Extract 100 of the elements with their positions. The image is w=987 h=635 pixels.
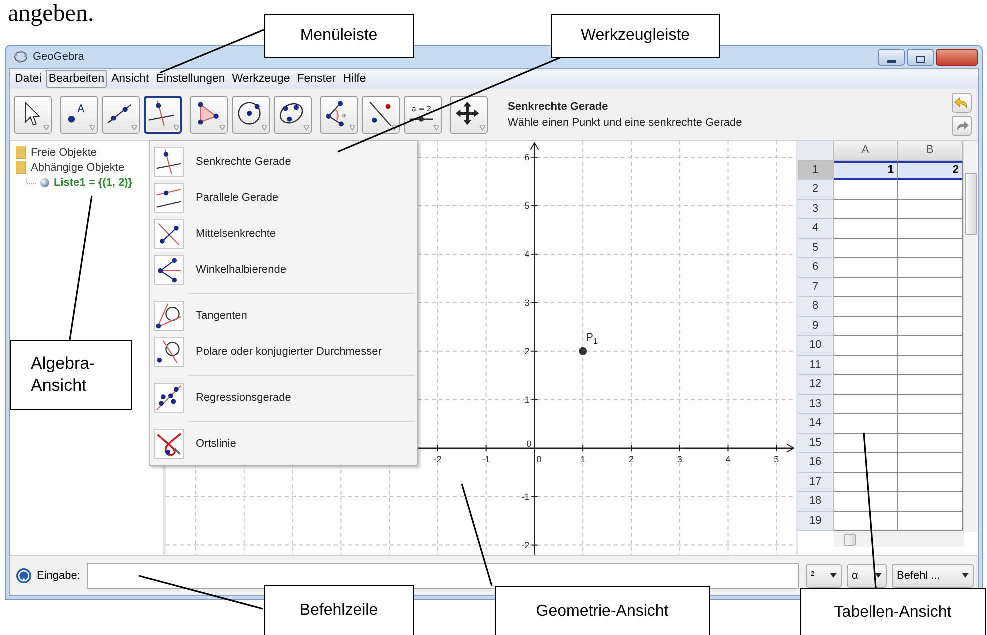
tick-label: 4 [524,249,530,260]
row-header[interactable]: 14 [798,414,834,434]
table-cell[interactable] [834,258,898,278]
table-cell[interactable] [834,336,898,356]
row-header[interactable]: 9 [798,316,834,336]
minimize-button[interactable] [878,48,905,66]
row-header[interactable]: 13 [798,394,834,414]
vertical-scrollbar[interactable] [963,141,978,532]
table-cell[interactable] [834,316,898,336]
tool-button[interactable] [450,96,488,134]
tick-label: 6 [524,152,530,162]
tool-button[interactable] [102,96,140,134]
menu-item[interactable]: Ansicht [108,70,152,88]
menu-option[interactable]: Mittelsenkrechte [150,216,417,252]
table-cell[interactable] [834,453,898,472]
tool-button[interactable] [14,96,52,134]
menu-option[interactable]: Tangenten [150,298,417,334]
column-header[interactable]: A [834,141,898,160]
horizontal-scrollbar[interactable] [834,532,964,546]
row-header[interactable]: 7 [798,278,834,297]
tool-description: Wähle einen Punkt und eine senkrechte Gerade [508,116,744,130]
menu-item[interactable]: Fenster [294,70,340,88]
row-header[interactable]: 10 [798,336,834,356]
dropdown[interactable]: α [847,564,887,588]
tick-label: 4 [726,454,731,464]
table-cell[interactable] [834,492,898,512]
row-header[interactable]: 5 [798,238,834,258]
sphere-icon[interactable] [40,178,50,188]
menu-item[interactable]: Einstellungen [153,70,228,88]
menu-option[interactable]: Polare oder konjugierter Durchmesser [150,334,417,370]
menu-option[interactable]: Regressionsgerade [150,380,417,416]
row-header[interactable]: 4 [798,219,834,238]
help-icon[interactable] [16,568,32,584]
menu-option[interactable]: Parallele Gerade [150,180,417,216]
window-title: GeoGebra [33,51,86,63]
row-header[interactable]: 8 [798,297,834,316]
column-header[interactable]: B [898,141,963,160]
tick-label: 5 [774,454,780,464]
table-cell[interactable] [834,297,898,316]
input-field[interactable] [87,562,799,588]
menu-item[interactable]: Hilfe [340,70,370,88]
folder-icon [16,146,27,159]
table-cell[interactable] [834,219,898,238]
folder-label[interactable]: Freie Objekte [31,146,98,158]
locus-curve-icon [154,429,184,459]
row-header[interactable]: 2 [798,180,834,200]
object-entry[interactable]: Liste1 = {(1, 2)} [54,176,133,188]
dropdown[interactable]: ² [806,564,842,588]
tick-label: 3 [677,454,682,464]
redo-button[interactable] [952,116,972,136]
document-text: angeben. [8,0,94,28]
row-header[interactable]: 3 [798,200,834,219]
tick-label: 0 [526,438,532,449]
caret-icon [962,573,969,578]
table-cell[interactable] [834,512,898,531]
table-cell[interactable] [834,414,898,434]
tool-button[interactable] [362,96,400,134]
menu-option[interactable]: Ortslinie [150,426,417,462]
table-cell[interactable] [834,434,898,453]
row-header[interactable]: 1 [798,160,834,180]
row-header[interactable]: 12 [798,375,834,394]
row-header[interactable]: 17 [798,472,834,492]
dropdown[interactable]: Befehl ... [892,564,974,588]
tool-button[interactable] [144,96,182,134]
tool-button[interactable] [190,96,228,134]
undo-button[interactable] [952,93,972,113]
table-cell[interactable] [834,180,898,200]
tool-button[interactable] [274,96,312,134]
row-header[interactable]: 19 [798,512,834,531]
folder-label[interactable]: Abhängige Objekte [31,162,125,174]
tick-label: 3 [524,298,530,308]
row-header[interactable]: 18 [798,492,834,512]
tool-button[interactable] [232,96,270,134]
callout-label: Werkzeugleiste [551,14,720,58]
close-button[interactable] [936,48,978,66]
tick-label: -1 [482,454,490,464]
point[interactable] [579,347,588,356]
row-header[interactable]: 15 [798,434,834,453]
table-cell[interactable] [834,356,898,375]
undo-icon [954,95,970,111]
table-cell[interactable] [834,278,898,297]
bisector-icon [154,219,184,249]
maximize-button[interactable] [907,48,934,66]
table-cell[interactable]: 2 [898,160,963,180]
row-header[interactable]: 6 [798,258,834,278]
input-label: Eingabe: [37,570,80,582]
table-cell[interactable] [834,375,898,394]
table-cell[interactable] [834,394,898,414]
point-label: P$_{1}$ [586,332,598,347]
menu-option[interactable]: Winkelhalbierende [150,252,417,288]
table-cell[interactable]: 1 [834,160,898,180]
table-cell[interactable] [834,200,898,219]
menu-option[interactable]: Senkrechte Gerade [150,144,417,180]
table-cell[interactable] [834,238,898,258]
menu-item[interactable]: Datei [12,70,45,88]
row-header[interactable]: 11 [798,356,834,375]
menu-item[interactable]: Werkzeuge [229,70,294,88]
menu-item[interactable]: Bearbeiten [46,70,108,88]
row-header[interactable]: 16 [798,453,834,472]
table-cell[interactable] [834,472,898,492]
